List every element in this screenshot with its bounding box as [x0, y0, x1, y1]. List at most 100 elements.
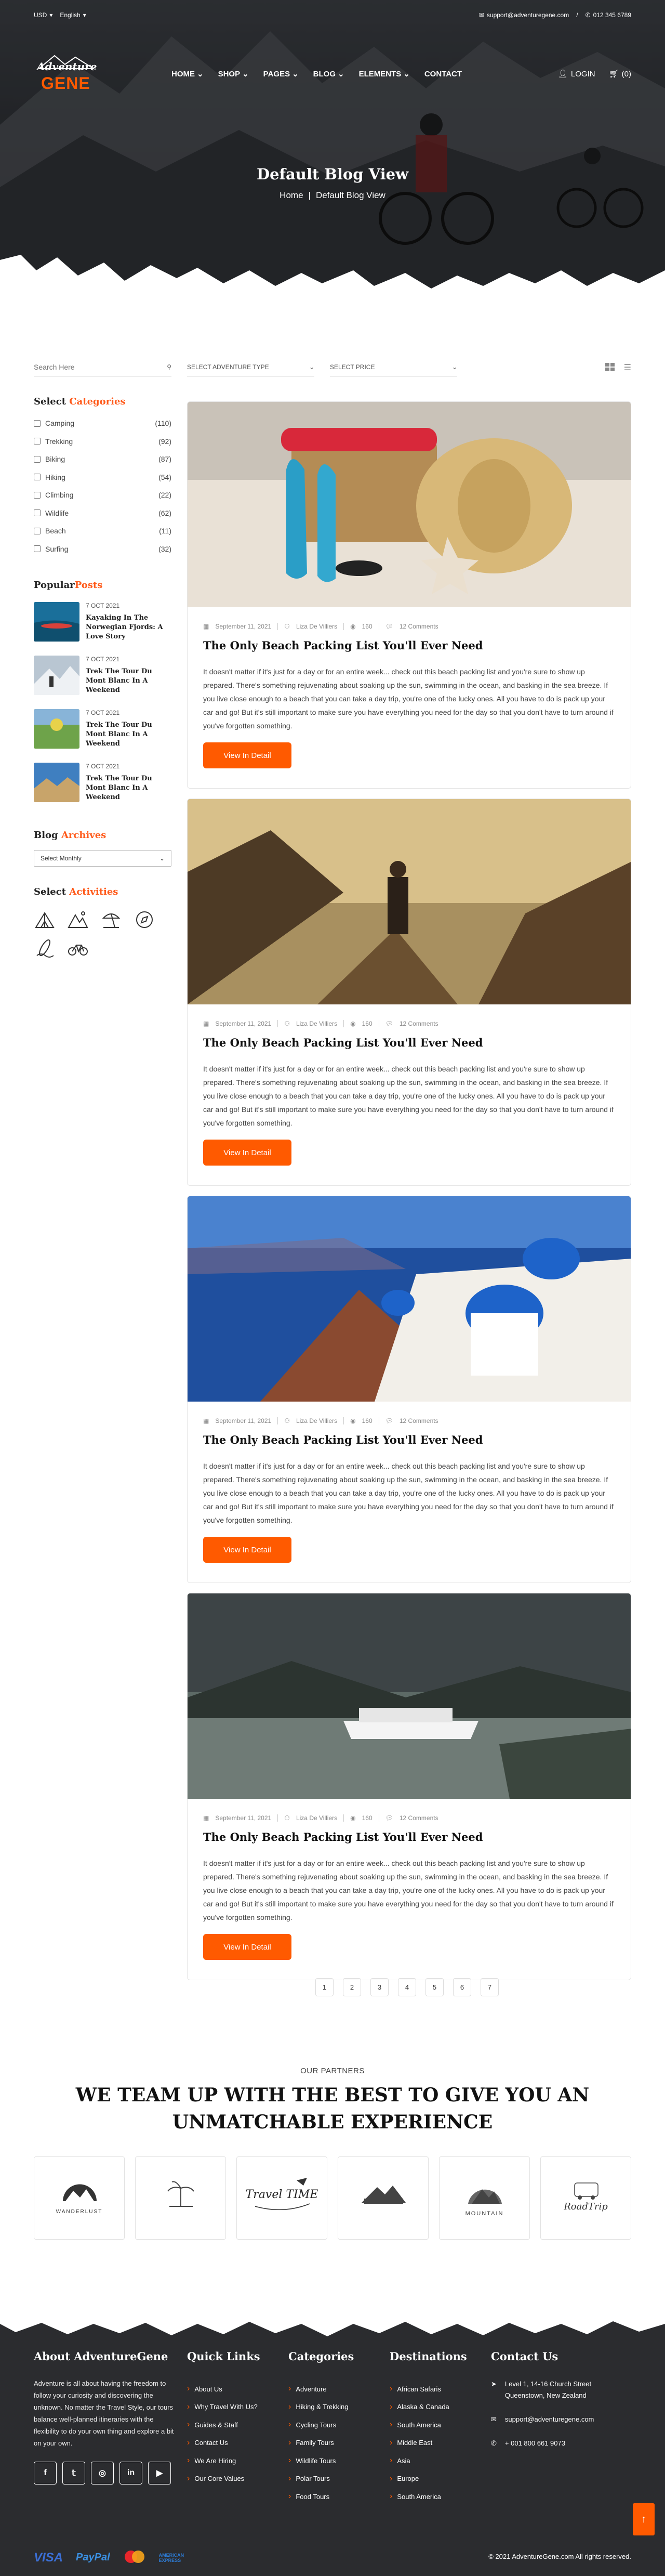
footer-link[interactable]: We Are Hiring [187, 2452, 260, 2470]
nav-item-elements[interactable]: ELEMENTS ⌄ [359, 69, 410, 79]
popular-post[interactable]: 7 OCT 2021 Trek The Tour Du Mont Blanc In… [34, 763, 171, 816]
post-title[interactable]: Trek The Tour Du Mont Blanc In A Weekend [86, 667, 171, 695]
partner-logo-travel-time[interactable]: Travel TIME [236, 2156, 327, 2240]
adventure-type-select[interactable]: SELECT ADVENTURE TYPE ⌄ [187, 358, 314, 376]
footer-link[interactable]: Polar Tours [288, 2470, 354, 2488]
footer-link[interactable]: Guides & Staff [187, 2416, 260, 2434]
search-field[interactable]: ⚲ [34, 358, 171, 376]
checkbox[interactable] [34, 474, 41, 481]
twitter-icon[interactable]: 𝕥 [62, 2462, 85, 2485]
linkedin-icon[interactable]: in [119, 2462, 142, 2485]
view-detail-button[interactable]: View In Detail [203, 1934, 291, 1960]
page-link[interactable]: 3 [370, 1978, 389, 1996]
nav-item-home[interactable]: HOME ⌄ [171, 69, 204, 79]
search-input[interactable] [34, 362, 148, 371]
nav-item-blog[interactable]: BLOG ⌄ [313, 69, 344, 79]
footer-link[interactable]: Asia [390, 2452, 467, 2470]
footer-link[interactable]: Cycling Tours [288, 2416, 354, 2434]
page-link[interactable]: 6 [453, 1978, 471, 1996]
footer-link[interactable]: About Us [187, 2380, 260, 2398]
page-link[interactable]: 4 [398, 1978, 416, 1996]
post-title[interactable]: The Only Beach Packing List You'll Ever … [203, 1830, 615, 1843]
footer-link[interactable]: Middle East [390, 2434, 467, 2452]
page-link[interactable]: 7 [481, 1978, 499, 1996]
footer-link[interactable]: South America [390, 2416, 467, 2434]
post-comments[interactable]: 12 Comments [400, 1417, 438, 1424]
post-title[interactable]: The Only Beach Packing List You'll Ever … [203, 1036, 615, 1049]
footer-link[interactable]: South America [390, 2488, 467, 2506]
nav-item-contact[interactable]: CONTACT [424, 69, 462, 79]
footer-link[interactable]: Alaska & Canada [390, 2398, 467, 2416]
checkbox[interactable] [34, 527, 41, 534]
currency-select[interactable]: USD ▾ [34, 11, 52, 19]
compass-icon[interactable] [134, 909, 155, 931]
partner-logo-mountain-badge[interactable] [338, 2156, 429, 2240]
partner-logo-wanderlust[interactable]: WANDERLUST [34, 2156, 125, 2240]
bike-icon[interactable] [67, 937, 89, 959]
post-author[interactable]: Liza De Villiers [296, 1417, 337, 1424]
checkbox[interactable] [34, 420, 41, 427]
surfboard-icon[interactable] [34, 937, 56, 959]
language-select[interactable]: English ▾ [60, 11, 86, 19]
page-link[interactable]: 5 [425, 1978, 444, 1996]
post-title[interactable]: The Only Beach Packing List You'll Ever … [203, 639, 615, 652]
post-author[interactable]: Liza De Villiers [296, 623, 337, 630]
footer-link[interactable]: Family Tours [288, 2434, 354, 2452]
post-title[interactable]: Trek The Tour Du Mont Blanc In A Weekend [86, 774, 171, 802]
checkbox[interactable] [34, 491, 41, 499]
tent-icon[interactable] [34, 909, 56, 931]
mountain-icon[interactable] [67, 909, 89, 931]
post-comments[interactable]: 12 Comments [400, 623, 438, 630]
partner-logo-roadtrip[interactable]: RoadTrip [540, 2156, 631, 2240]
partner-logo-palm[interactable] [135, 2156, 226, 2240]
post-image-hiker[interactable] [188, 799, 631, 1004]
archives-select[interactable]: Select Monthly ⌄ [34, 850, 171, 867]
category-item[interactable]: Beach (11) [34, 522, 171, 540]
footer-link[interactable]: Food Tours [288, 2488, 354, 2506]
cart-link[interactable]: 🛒︎ (0) [609, 69, 631, 79]
nav-item-pages[interactable]: PAGES ⌄ [263, 69, 299, 79]
footer-link[interactable]: Our Core Values [187, 2470, 260, 2488]
post-title[interactable]: The Only Beach Packing List You'll Ever … [203, 1433, 615, 1446]
youtube-icon[interactable]: ▶ [148, 2462, 171, 2485]
footer-link[interactable]: Europe [390, 2470, 467, 2488]
category-item[interactable]: Climbing (22) [34, 486, 171, 504]
login-link[interactable]: 👤︎ LOGIN [558, 69, 595, 79]
nav-item-shop[interactable]: SHOP ⌄ [218, 69, 249, 79]
category-item[interactable]: Trekking (92) [34, 433, 171, 451]
post-title[interactable]: Trek The Tour Du Mont Blanc In A Weekend [86, 721, 171, 749]
view-detail-button[interactable]: View In Detail [203, 742, 291, 768]
popular-post[interactable]: 7 OCT 2021 Kayaking In The Norwegian Fjor… [34, 602, 171, 656]
list-view-icon[interactable]: ☰ [624, 362, 631, 373]
price-select[interactable]: SELECT PRICE ⌄ [330, 358, 457, 376]
search-icon[interactable]: ⚲ [167, 363, 171, 371]
popular-post[interactable]: 7 OCT 2021 Trek The Tour Du Mont Blanc In… [34, 709, 171, 763]
footer-link[interactable]: Adventure [288, 2380, 354, 2398]
contact-phone[interactable]: ✆ + 001 800 661 9073 [491, 2438, 631, 2449]
checkbox[interactable] [34, 438, 41, 445]
category-item[interactable]: Hiking (54) [34, 468, 171, 487]
page-link[interactable]: 2 [343, 1978, 361, 1996]
checkbox[interactable] [34, 509, 41, 517]
post-title[interactable]: Kayaking In The Norwegian Fjords: A Love… [86, 613, 171, 642]
category-item[interactable]: Surfing (32) [34, 540, 171, 558]
topbar-phone[interactable]: ✆ 012 345 6789 [586, 11, 631, 19]
category-item[interactable]: Wildlife (62) [34, 504, 171, 522]
view-detail-button[interactable]: View In Detail [203, 1537, 291, 1563]
checkbox[interactable] [34, 455, 41, 463]
beach-umbrella-icon[interactable] [100, 909, 122, 931]
category-item[interactable]: Biking (87) [34, 450, 171, 468]
breadcrumb-home[interactable]: Home [280, 190, 303, 201]
post-image-beach[interactable] [188, 402, 631, 607]
footer-link[interactable]: Contact Us [187, 2434, 260, 2452]
view-detail-button[interactable]: View In Detail [203, 1140, 291, 1166]
popular-post[interactable]: 7 OCT 2021 Trek The Tour Du Mont Blanc In… [34, 656, 171, 709]
instagram-icon[interactable]: ◎ [91, 2462, 114, 2485]
footer-link[interactable]: Why Travel With Us? [187, 2398, 260, 2416]
contact-email[interactable]: ✉ support@adventuregene.com [491, 2414, 631, 2425]
facebook-icon[interactable]: f [34, 2462, 57, 2485]
brand-logo[interactable]: Adventure GENE [34, 53, 99, 95]
footer-link[interactable]: African Safaris [390, 2380, 467, 2398]
grid-view-icon[interactable] [605, 363, 615, 371]
back-to-top-button[interactable]: ↑ [633, 2503, 655, 2535]
